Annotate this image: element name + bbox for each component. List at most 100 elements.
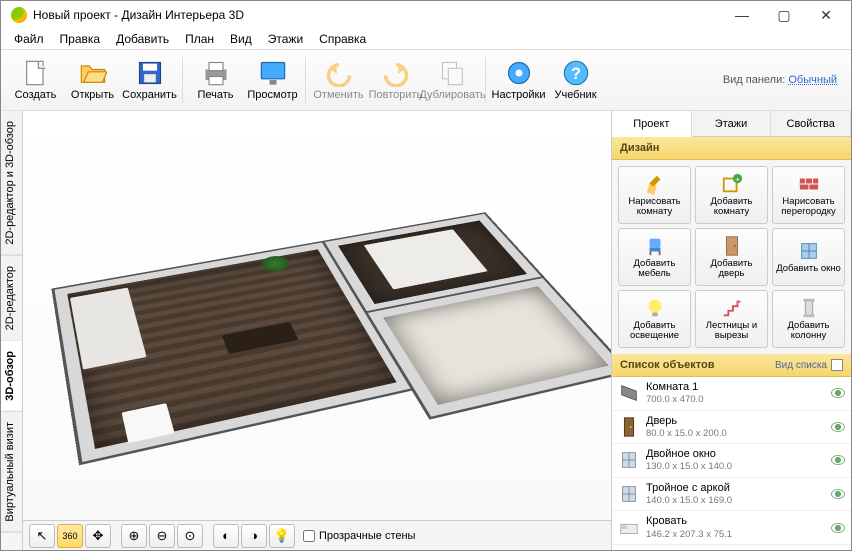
- object-row[interactable]: Двойное окно130.0 x 15.0 x 140.0: [612, 444, 851, 478]
- object-row[interactable]: Кровать146.2 x 207.3 x 75.1: [612, 511, 851, 545]
- tab-3d[interactable]: 3D-обзор: [1, 341, 22, 412]
- column-icon: [798, 297, 820, 319]
- door-icon: [618, 416, 640, 438]
- redo-icon: [382, 59, 410, 87]
- object-name: Тройное с аркой: [646, 482, 825, 495]
- menubar: Файл Правка Добавить План Вид Этажи Спра…: [1, 29, 851, 49]
- window-icon: [618, 483, 640, 505]
- menu-edit[interactable]: Правка: [53, 30, 108, 48]
- menu-plan[interactable]: План: [178, 30, 221, 48]
- create-button[interactable]: Создать: [7, 52, 64, 108]
- object-list: Комната 1700.0 x 470.0 Дверь80.0 x 15.0 …: [612, 377, 851, 550]
- object-row[interactable]: Тройное с аркой140.0 x 15.0 x 169.0: [612, 478, 851, 512]
- help-button[interactable]: ?Учебник: [547, 52, 604, 108]
- tab-project[interactable]: Проект: [612, 111, 692, 137]
- visibility-toggle[interactable]: [831, 388, 845, 398]
- titlebar: Новый проект - Дизайн Интерьера 3D — ▢ ✕: [1, 1, 851, 29]
- view-toolbar: ↖ 360 ✥ ⊕ ⊖ ⊙ ◐ ◑ 💡 Прозрачные стены: [23, 520, 611, 550]
- pan-tool[interactable]: ✥: [85, 524, 111, 548]
- tool-add-furniture[interactable]: Добавить мебель: [618, 228, 691, 286]
- tab-floors[interactable]: Этажи: [692, 111, 772, 136]
- brick-icon: [798, 173, 820, 195]
- new-file-icon: [22, 59, 50, 87]
- zoom-in[interactable]: ⊕: [121, 524, 147, 548]
- render-mode-1[interactable]: ◐: [213, 524, 239, 548]
- window-icon: [618, 449, 640, 471]
- svg-text:+: +: [735, 174, 739, 183]
- menu-file[interactable]: Файл: [7, 30, 51, 48]
- visibility-toggle[interactable]: [831, 523, 845, 533]
- folder-open-icon: [79, 59, 107, 87]
- visibility-toggle[interactable]: [831, 489, 845, 499]
- menu-floors[interactable]: Этажи: [261, 30, 310, 48]
- preview-button[interactable]: Просмотр: [244, 52, 301, 108]
- object-name: Прикроватная тумба: [646, 549, 825, 550]
- tool-add-light[interactable]: Добавить освещение: [618, 290, 691, 348]
- cursor-tool[interactable]: ↖: [29, 524, 55, 548]
- open-button[interactable]: Открыть: [64, 52, 121, 108]
- viewport: ↖ 360 ✥ ⊕ ⊖ ⊙ ◐ ◑ 💡 Прозрачные стены: [23, 111, 611, 550]
- redo-button[interactable]: Повторить: [367, 52, 424, 108]
- settings-button[interactable]: Настройки: [490, 52, 547, 108]
- monitor-icon: [259, 59, 287, 87]
- undo-icon: [325, 59, 353, 87]
- app-icon: [11, 7, 27, 23]
- object-row[interactable]: Дверь80.0 x 15.0 x 200.0: [612, 411, 851, 445]
- tab-2d3d[interactable]: 2D-редактор и 3D-обзор: [1, 111, 22, 256]
- tool-stairs[interactable]: Лестницы и вырезы: [695, 290, 768, 348]
- window-title: Новый проект - Дизайн Интерьера 3D: [33, 8, 244, 22]
- tool-add-room[interactable]: +Добавить комнату: [695, 166, 768, 224]
- tool-add-column[interactable]: Добавить колонну: [772, 290, 845, 348]
- printer-icon: [202, 59, 230, 87]
- tab-properties[interactable]: Свойства: [771, 111, 851, 136]
- gear-icon: [505, 59, 533, 87]
- tool-add-door[interactable]: Добавить дверь: [695, 228, 768, 286]
- view-list-link[interactable]: Вид списка: [775, 360, 827, 371]
- list-icon[interactable]: [831, 359, 843, 371]
- menu-add[interactable]: Добавить: [109, 30, 176, 48]
- object-dim: 146.2 x 207.3 x 75.1: [646, 529, 825, 540]
- tool-draw-room[interactable]: Нарисовать комнату: [618, 166, 691, 224]
- minimize-button[interactable]: —: [721, 2, 763, 28]
- tab-virtual[interactable]: Виртуальный визит: [1, 412, 22, 533]
- object-dim: 700.0 x 470.0: [646, 394, 825, 405]
- save-icon: [136, 59, 164, 87]
- object-dim: 130.0 x 15.0 x 140.0: [646, 461, 825, 472]
- door-icon: [721, 235, 743, 257]
- main-toolbar: Создать Открыть Сохранить Печать Просмот…: [1, 49, 851, 111]
- help-icon: ?: [562, 59, 590, 87]
- object-dim: 140.0 x 15.0 x 169.0: [646, 495, 825, 506]
- right-panel: Проект Этажи Свойства Дизайн Нарисовать …: [611, 111, 851, 550]
- visibility-toggle[interactable]: [831, 422, 845, 432]
- zoom-fit[interactable]: ⊙: [177, 524, 203, 548]
- render-mode-2[interactable]: ◑: [241, 524, 267, 548]
- bulb-icon: [644, 297, 666, 319]
- transparent-walls-checkbox[interactable]: Прозрачные стены: [303, 530, 415, 542]
- undo-button[interactable]: Отменить: [310, 52, 367, 108]
- object-row[interactable]: Комната 1700.0 x 470.0: [612, 377, 851, 411]
- tab-2d[interactable]: 2D-редактор: [1, 256, 22, 341]
- object-name: Кровать: [646, 515, 825, 528]
- panel-mode: Вид панели: Обычный: [723, 74, 845, 86]
- visibility-toggle[interactable]: [831, 455, 845, 465]
- 3d-scene[interactable]: [23, 111, 611, 520]
- menu-view[interactable]: Вид: [223, 30, 259, 48]
- close-button[interactable]: ✕: [805, 2, 847, 28]
- room-plus-icon: +: [721, 173, 743, 195]
- orbit-tool[interactable]: 360: [57, 524, 83, 548]
- print-button[interactable]: Печать: [187, 52, 244, 108]
- left-tabs: 2D-редактор и 3D-обзор 2D-редактор 3D-об…: [1, 111, 23, 550]
- stairs-icon: [721, 297, 743, 319]
- object-name: Двойное окно: [646, 448, 825, 461]
- menu-help[interactable]: Справка: [312, 30, 373, 48]
- zoom-out[interactable]: ⊖: [149, 524, 175, 548]
- save-button[interactable]: Сохранить: [121, 52, 178, 108]
- panel-mode-link[interactable]: Обычный: [788, 74, 837, 86]
- tool-draw-wall[interactable]: Нарисовать перегородку: [772, 166, 845, 224]
- maximize-button[interactable]: ▢: [763, 2, 805, 28]
- chair-icon: [644, 235, 666, 257]
- object-row[interactable]: Прикроватная тумба41.8 x 36.3 x 73.0: [612, 545, 851, 550]
- tool-add-window[interactable]: Добавить окно: [772, 228, 845, 286]
- lighting-tool[interactable]: 💡: [269, 524, 295, 548]
- duplicate-button[interactable]: Дублировать: [424, 52, 481, 108]
